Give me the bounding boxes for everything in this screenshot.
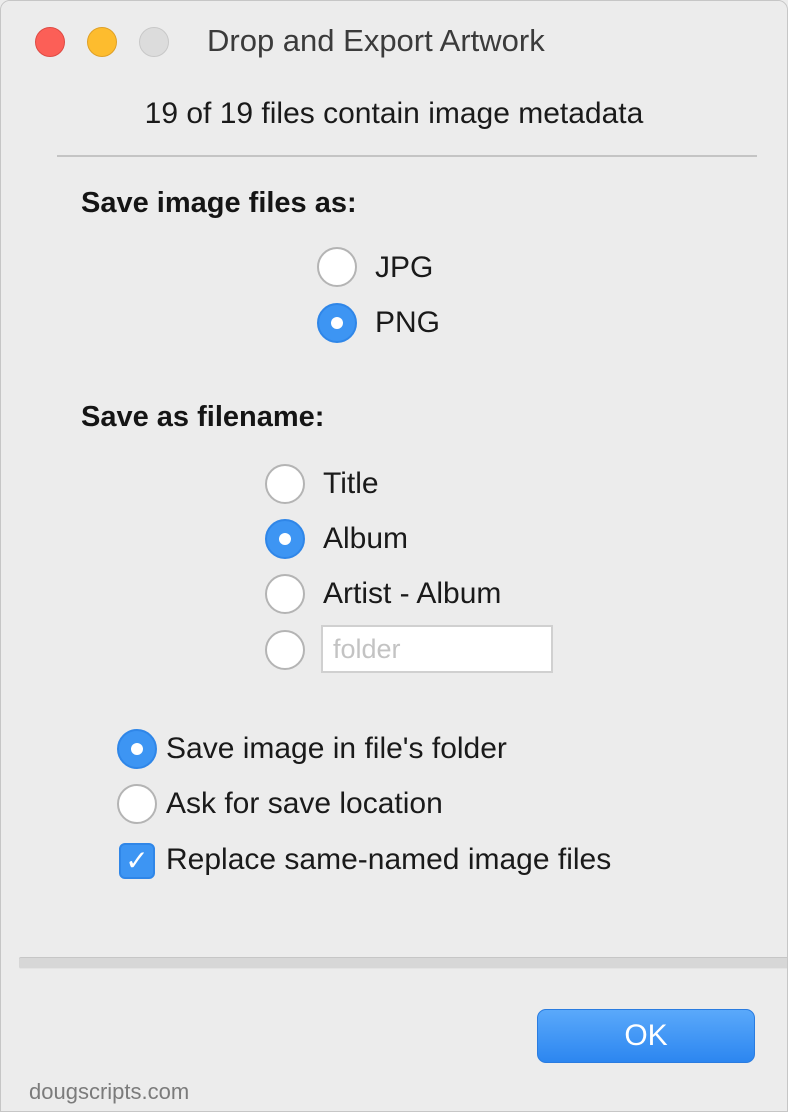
radio-album-label[interactable]: Album xyxy=(323,522,408,556)
title-bar[interactable]: Drop and Export Artwork xyxy=(1,1,787,79)
radio-title-label[interactable]: Title xyxy=(323,467,379,501)
radio-ask-location-label[interactable]: Ask for save location xyxy=(166,787,443,821)
replace-files-checkbox[interactable]: ✓ xyxy=(119,843,155,879)
bottom-divider xyxy=(19,957,787,969)
radio-artist-album[interactable] xyxy=(265,574,305,614)
filename-heading: Save as filename: xyxy=(81,401,325,433)
radio-png-label[interactable]: PNG xyxy=(375,306,440,340)
minimize-window-button[interactable] xyxy=(87,27,117,57)
ok-button[interactable]: OK xyxy=(537,1009,755,1063)
dialog-window: Drop and Export Artwork 19 of 19 files c… xyxy=(0,0,788,1112)
radio-custom-name[interactable] xyxy=(265,630,305,670)
window-title: Drop and Export Artwork xyxy=(207,23,545,58)
checkmark-icon: ✓ xyxy=(125,845,149,876)
custom-filename-input[interactable] xyxy=(321,625,553,673)
close-window-button[interactable] xyxy=(35,27,65,57)
radio-artist-album-label[interactable]: Artist - Album xyxy=(323,577,501,611)
radio-title[interactable] xyxy=(265,464,305,504)
zoom-window-button xyxy=(139,27,169,57)
credit-text: dougscripts.com xyxy=(29,1079,190,1104)
radio-jpg-label[interactable]: JPG xyxy=(375,251,433,285)
radio-png[interactable] xyxy=(317,303,357,343)
image-format-heading: Save image files as: xyxy=(81,187,357,219)
radio-ask-location[interactable] xyxy=(117,784,157,824)
radio-save-in-folder-label[interactable]: Save image in file's folder xyxy=(166,732,507,766)
radio-save-in-folder[interactable] xyxy=(117,729,157,769)
radio-album[interactable] xyxy=(265,519,305,559)
replace-files-label[interactable]: Replace same-named image files xyxy=(166,843,611,877)
radio-jpg[interactable] xyxy=(317,247,357,287)
header-divider xyxy=(57,155,757,157)
metadata-status-text: 19 of 19 files contain image metadata xyxy=(144,97,644,130)
